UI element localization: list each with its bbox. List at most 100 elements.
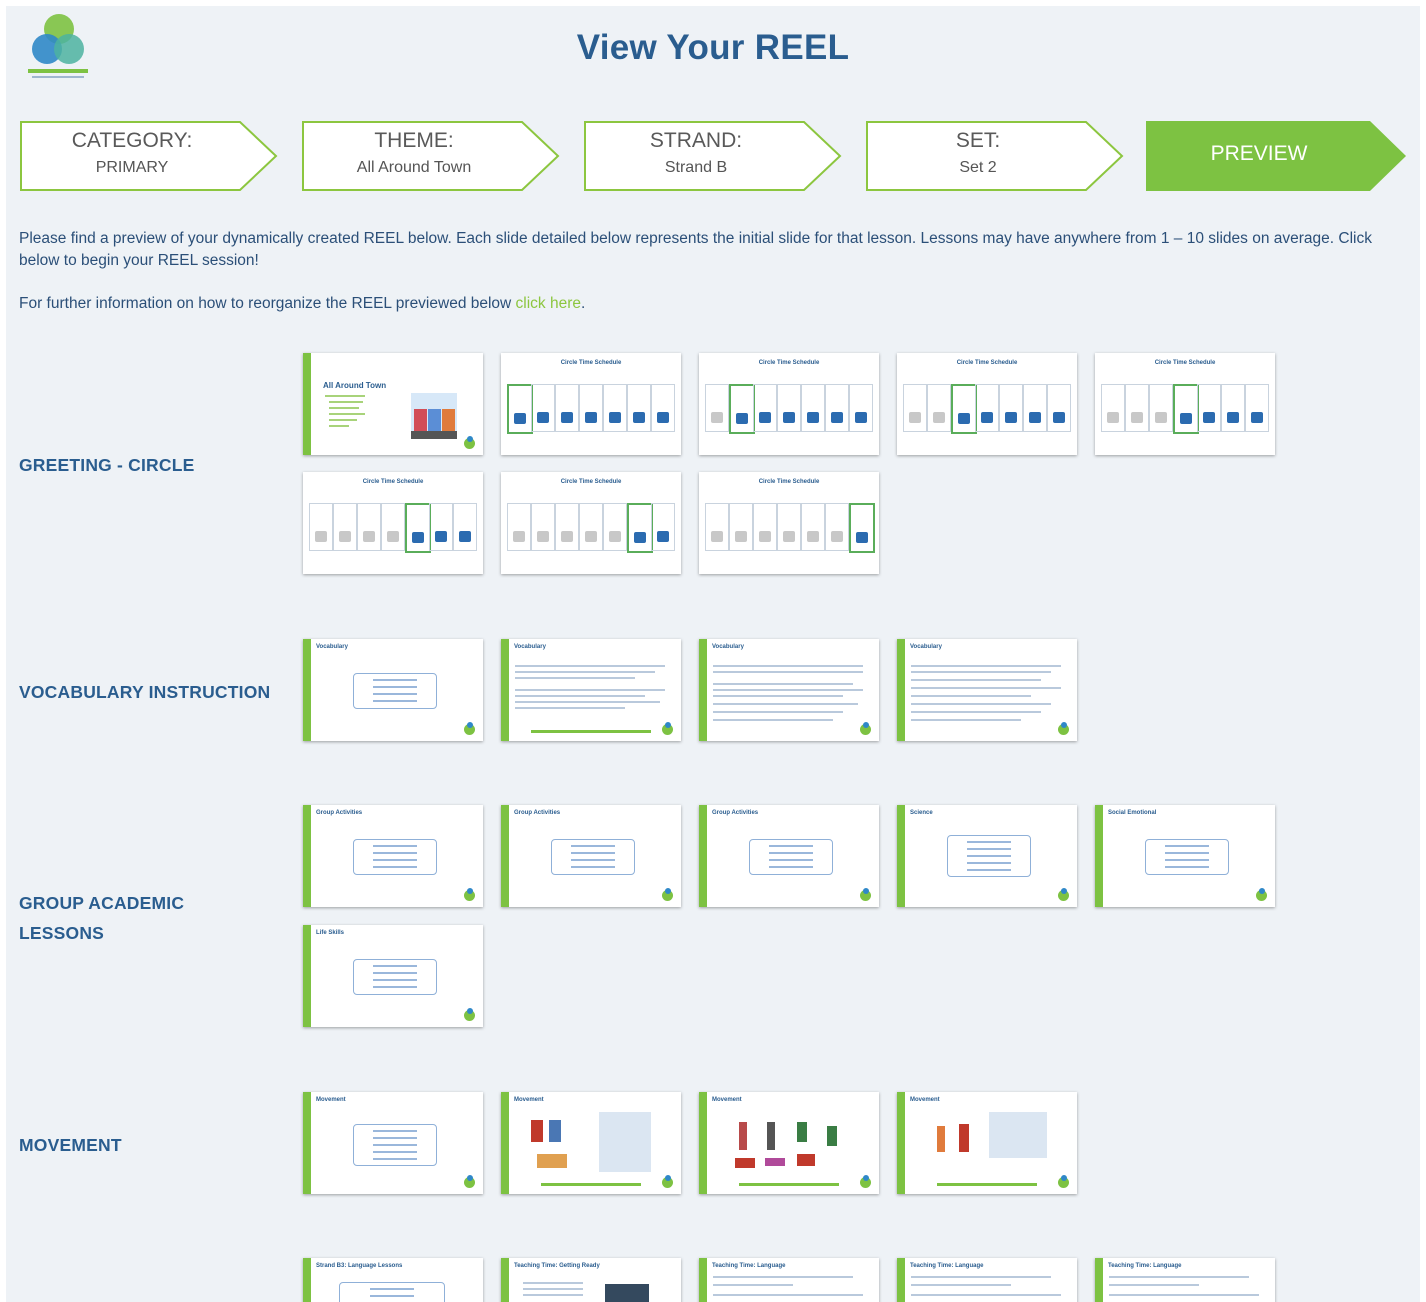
slide-thumbnail[interactable]: Teaching Time: Language	[1095, 1258, 1275, 1302]
figure-illustration	[937, 1126, 945, 1152]
slide-accent-bar	[303, 805, 311, 907]
slide-title: Circle Time Schedule	[560, 360, 622, 366]
slide-thumbnail[interactable]: Vocabulary	[303, 639, 483, 741]
schedule-strip	[705, 503, 875, 553]
lesson-box	[353, 839, 437, 875]
star-mini-logo-icon	[1058, 722, 1069, 735]
slide-accent-bar	[303, 925, 311, 1027]
slide-title: Circle Time Schedule	[560, 479, 622, 485]
step-strand-value: Strand B	[664, 159, 728, 176]
step-strand-label: STRAND:	[649, 129, 743, 152]
slide-thumbnail[interactable]: Social Emotional	[1095, 805, 1275, 907]
click-here-link[interactable]: click here	[516, 295, 581, 312]
figure-illustration	[959, 1124, 969, 1152]
slide-accent-bar	[1095, 805, 1103, 907]
slide-title: Group Activities	[514, 810, 561, 816]
slide-thumbnail[interactable]: Movement	[303, 1092, 483, 1194]
star-mini-logo-icon	[1256, 888, 1267, 901]
schedule-strip	[1101, 384, 1269, 434]
star-mini-logo-icon	[1058, 888, 1069, 901]
slide-thumbnail[interactable]: Vocabulary	[699, 639, 879, 741]
slide-accent-bar	[303, 1258, 311, 1302]
figure-illustration	[797, 1122, 807, 1142]
figure-illustration	[767, 1122, 775, 1150]
further-info: For further information on how to reorga…	[19, 295, 585, 313]
slide-thumbnail[interactable]: Circle Time Schedule	[699, 353, 879, 455]
slide-title: Movement	[712, 1097, 742, 1103]
step-set-value: Set 2	[959, 159, 997, 176]
star-mini-logo-icon	[464, 722, 475, 735]
step-set-label: SET:	[955, 129, 1001, 152]
slide-thumbnail[interactable]: Circle Time Schedule	[303, 472, 483, 574]
step-strand[interactable]: STRAND: Strand B	[584, 121, 842, 191]
figure-illustration	[531, 1120, 543, 1142]
slide-title: Teaching Time: Language	[1108, 1263, 1182, 1269]
slide-accent-bar	[303, 1092, 311, 1194]
star-mini-logo-icon	[464, 1008, 475, 1021]
star-mini-logo-icon	[464, 436, 475, 449]
star-mini-logo-icon	[860, 722, 871, 735]
slide-title: Movement	[514, 1097, 544, 1103]
slide-accent-bar	[897, 805, 905, 907]
slide-thumbnail[interactable]: All Around Town	[303, 353, 483, 455]
slide-accent-bar	[501, 1258, 509, 1302]
slide-thumbnail[interactable]: Teaching Time: Getting Ready	[501, 1258, 681, 1302]
slide-title: Vocabulary	[712, 644, 744, 650]
step-theme-label: THEME:	[374, 129, 454, 152]
page: View Your REEL CATEGORY: PRIMARY THEME: …	[6, 6, 1420, 1302]
figure-table	[989, 1112, 1047, 1158]
slide-thumbnail[interactable]: Life Skills	[303, 925, 483, 1027]
schedule-strip	[903, 384, 1071, 434]
slide-thumbnail[interactable]: Group Activities	[303, 805, 483, 907]
slide-title: Movement	[316, 1097, 346, 1103]
slide-thumbnail[interactable]: Teaching Time: Language	[897, 1258, 1077, 1302]
step-set[interactable]: SET: Set 2	[866, 121, 1124, 191]
slide-thumbnail[interactable]: Movement	[699, 1092, 879, 1194]
step-category[interactable]: CATEGORY: PRIMARY	[20, 121, 278, 191]
slide-title: Circle Time Schedule	[758, 360, 820, 366]
slide-title: Teaching Time: Language	[712, 1263, 786, 1269]
slide-thumbnail[interactable]: Science	[897, 805, 1077, 907]
slide-thumbnail[interactable]: Circle Time Schedule	[897, 353, 1077, 455]
slide-accent-bar	[501, 1092, 509, 1194]
slide-thumbnail[interactable]: Group Activities	[501, 805, 681, 907]
step-category-value: PRIMARY	[95, 159, 169, 176]
slide-thumbnail[interactable]: Circle Time Schedule	[1095, 353, 1275, 455]
slide-accent-bar	[501, 805, 509, 907]
slide-accent-bar	[699, 639, 707, 741]
slide-thumbnail[interactable]: Circle Time Schedule	[501, 353, 681, 455]
lesson-box	[551, 839, 635, 875]
slide-title: Vocabulary	[514, 644, 546, 650]
star-mini-logo-icon	[464, 1175, 475, 1188]
slide-thumbnail[interactable]: Movement	[897, 1092, 1077, 1194]
slide-thumbnail[interactable]: Teaching Time: Language	[699, 1258, 879, 1302]
star-mini-logo-icon	[1058, 1175, 1069, 1188]
slide-title: Group Activities	[316, 810, 363, 816]
figure-illustration	[735, 1158, 755, 1168]
slide-thumbnail[interactable]: Circle Time Schedule	[699, 472, 879, 574]
slide-title: Strand B3: Language Lessons	[316, 1263, 403, 1269]
slide-thumbnail[interactable]: Circle Time Schedule	[501, 472, 681, 574]
slide-title: Life Skills	[316, 930, 345, 936]
lesson-box	[339, 1282, 445, 1302]
slide-thumbnail[interactable]: Group Activities	[699, 805, 879, 907]
slide-accent-bar	[501, 639, 509, 741]
star-mini-logo-icon	[662, 722, 673, 735]
step-theme[interactable]: THEME: All Around Town	[302, 121, 560, 191]
slide-accent-bar	[303, 353, 311, 455]
slide-title: Teaching Time: Getting Ready	[514, 1263, 600, 1269]
slide-accent-bar	[1095, 1258, 1103, 1302]
section-label-group-academic: GROUP ACADEMIC LESSONS	[19, 893, 185, 943]
intro-text: Please find a preview of your dynamicall…	[19, 230, 1372, 269]
slide-thumbnail[interactable]: Vocabulary	[501, 639, 681, 741]
slide-thumbnail[interactable]: Vocabulary	[897, 639, 1077, 741]
step-preview[interactable]: PREVIEW	[1146, 121, 1406, 191]
section-label-movement: MOVEMENT	[19, 1135, 122, 1155]
slide-thumbnail[interactable]: Strand B3: Language Lessons	[303, 1258, 483, 1302]
slide-thumbnail[interactable]: Movement	[501, 1092, 681, 1194]
slide-accent-bar	[699, 1258, 707, 1302]
slide-accent-bar	[897, 1258, 905, 1302]
star-mini-logo-icon	[662, 888, 673, 901]
slide-title: Movement	[910, 1097, 940, 1103]
lesson-box	[353, 959, 437, 995]
